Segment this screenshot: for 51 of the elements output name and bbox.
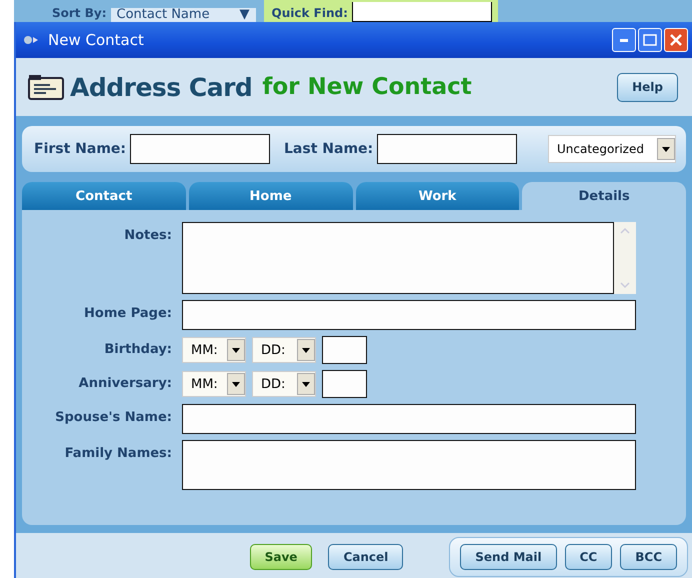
month-dropdown[interactable]: MM: (182, 371, 246, 397)
header-subtitle: for New Contact (262, 74, 472, 100)
caret-icon (302, 348, 310, 352)
last-name-field[interactable] (377, 134, 518, 164)
app-icon (22, 33, 40, 47)
sort-label: Sort By: (52, 6, 106, 20)
text-field[interactable] (182, 404, 636, 434)
maximize-icon (643, 34, 657, 46)
category-dropdown[interactable]: Uncategorized (548, 135, 676, 163)
window-title: New Contact (48, 31, 144, 49)
save-button[interactable]: Save (250, 544, 312, 570)
caret-icon (662, 146, 670, 152)
tab[interactable]: Details (522, 182, 686, 210)
field-label: Family Names: (64, 445, 173, 461)
address-card-icon (28, 74, 64, 100)
caret-icon (302, 382, 310, 386)
maximize-button[interactable] (638, 28, 662, 52)
field-label: Spouse's Name: (54, 409, 173, 425)
day-dropdown[interactable]: DD: (252, 371, 316, 397)
quick-find-field[interactable] (352, 2, 492, 22)
notes-field[interactable] (182, 222, 614, 294)
caret-icon (232, 382, 240, 386)
year-field[interactable] (322, 336, 367, 364)
close-icon (669, 33, 683, 47)
quick-find-label: Quick Find: (272, 6, 348, 20)
cancel-button[interactable]: Cancel (328, 544, 404, 570)
mail-button[interactable]: BCC (620, 544, 677, 570)
close-button[interactable] (664, 28, 688, 52)
mail-button[interactable]: CC (564, 544, 612, 570)
day-dropdown[interactable]: DD: (252, 337, 316, 363)
field-label: Notes: (123, 227, 173, 243)
minimize-button[interactable] (612, 28, 636, 52)
header-title: Address Card (70, 72, 252, 102)
year-field[interactable] (322, 370, 367, 398)
caret-icon (232, 348, 240, 352)
first-name-field[interactable] (130, 134, 270, 164)
field-label: Home Page: (83, 305, 173, 321)
help-button[interactable]: Help (617, 72, 678, 102)
sort-dropdown[interactable]: Contact Name ▼ (110, 8, 256, 22)
minimize-icon (620, 38, 628, 42)
first-name-label: First Name: (34, 141, 126, 157)
month-dropdown[interactable]: MM: (182, 337, 246, 363)
mail-button[interactable]: Send Mail (460, 544, 557, 570)
text-area[interactable] (182, 440, 636, 490)
field-label: Anniversary: (78, 375, 173, 391)
tab[interactable]: Contact (22, 182, 186, 210)
field-label: Birthday: (103, 341, 173, 357)
text-field[interactable] (182, 300, 636, 330)
tab[interactable]: Work (356, 182, 520, 210)
last-name-label: Last Name: (284, 141, 374, 157)
tab[interactable]: Home (188, 182, 352, 210)
